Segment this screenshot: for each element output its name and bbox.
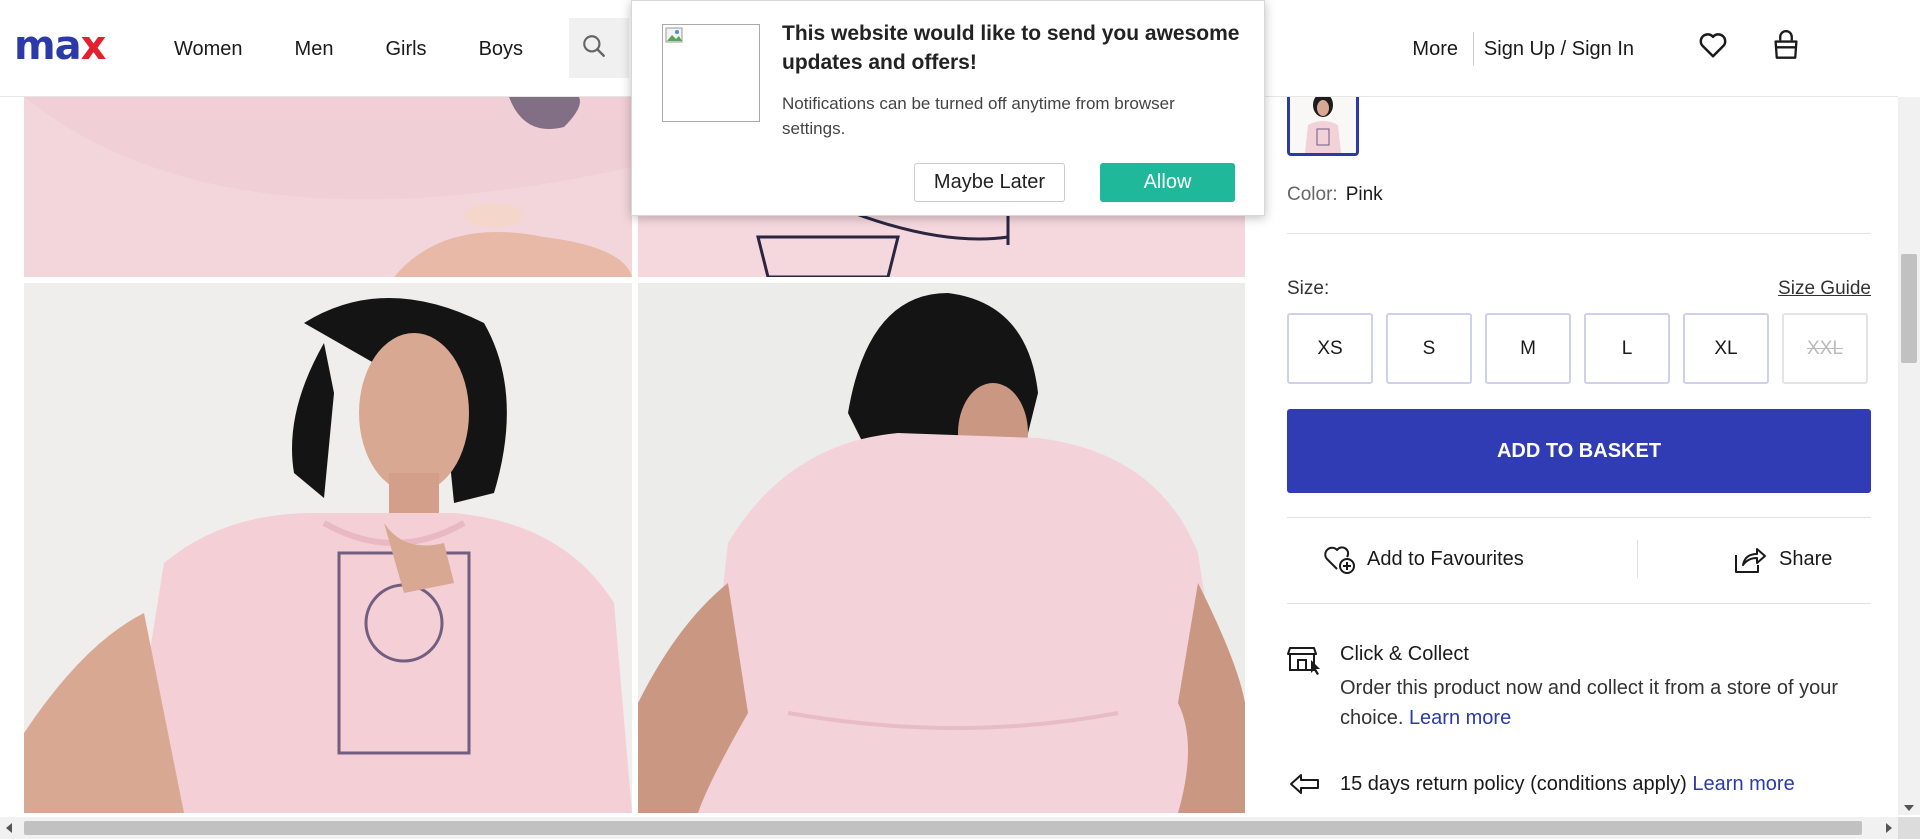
size-option-xxl-unavailable: XXL [1782, 313, 1868, 384]
size-option-xs[interactable]: XS [1287, 313, 1373, 384]
size-guide-link[interactable]: Size Guide [1778, 278, 1871, 300]
vertical-scrollbar[interactable] [1898, 97, 1920, 815]
nav-women[interactable]: Women [174, 38, 243, 61]
click-collect-description: Order this product now and collect it fr… [1340, 673, 1870, 733]
scroll-down-arrow-icon[interactable] [1904, 805, 1914, 811]
divider [1287, 603, 1871, 604]
header-divider [1473, 32, 1474, 66]
product-image-1[interactable] [24, 97, 632, 277]
maybe-later-button[interactable]: Maybe Later [914, 163, 1065, 202]
scroll-right-arrow-icon[interactable] [1886, 823, 1892, 833]
return-policy: 15 days return policy (conditions apply)… [1340, 773, 1795, 796]
share-button[interactable]: Share [1733, 543, 1832, 575]
notification-permission-popup: This website would like to send you awes… [631, 0, 1265, 216]
sign-in-link[interactable]: Sign Up / Sign In [1484, 38, 1634, 61]
allow-button[interactable]: Allow [1100, 163, 1235, 202]
horizontal-scrollbar[interactable] [0, 817, 1898, 839]
color-swatch-thumbnail[interactable] [1287, 88, 1359, 156]
popup-title: This website would like to send you awes… [782, 22, 1240, 74]
store-click-collect-icon [1287, 642, 1323, 681]
return-policy-text: 15 days return policy (conditions apply) [1340, 773, 1687, 795]
heart-plus-icon [1324, 546, 1355, 574]
click-collect-learn-more-link[interactable]: Learn more [1409, 707, 1511, 729]
add-to-favourites-label: Add to Favourites [1367, 547, 1524, 570]
nav-men[interactable]: Men [295, 38, 334, 61]
more-link[interactable]: More [1412, 38, 1458, 61]
share-label: Share [1779, 547, 1833, 570]
logo-text-x: x [80, 23, 107, 69]
color-label: Color: [1287, 184, 1338, 205]
size-option-m[interactable]: M [1485, 313, 1571, 384]
share-icon [1735, 548, 1766, 573]
main-nav: Women Men Girls Boys [174, 38, 575, 61]
logo-text-ma: ma [14, 23, 82, 69]
heart-icon[interactable] [1698, 31, 1728, 64]
divider [1287, 233, 1871, 234]
color-info: Color: Pink [1287, 184, 1383, 206]
horizontal-scroll-thumb[interactable] [24, 821, 1862, 835]
size-option-xl[interactable]: XL [1683, 313, 1769, 384]
return-arrow-icon [1289, 772, 1321, 801]
basket-icon[interactable] [1772, 30, 1800, 65]
click-collect-title: Click & Collect [1340, 643, 1469, 665]
add-to-basket-button[interactable]: ADD TO BASKET [1287, 409, 1871, 493]
broken-image-icon [662, 24, 760, 122]
max-logo[interactable]: max [14, 23, 107, 69]
popup-description: Notifications can be turned off anytime … [782, 94, 1175, 138]
size-label: Size: [1287, 278, 1330, 299]
vertical-scroll-thumb[interactable] [1901, 254, 1917, 363]
search-icon [583, 35, 605, 57]
size-option-l[interactable]: L [1584, 313, 1670, 384]
size-option-s[interactable]: S [1386, 313, 1472, 384]
action-divider [1637, 540, 1638, 578]
scrollbar-corner [1898, 817, 1920, 839]
add-to-favourites-button[interactable]: Add to Favourites [1323, 543, 1524, 575]
nav-girls[interactable]: Girls [385, 38, 426, 61]
nav-boys[interactable]: Boys [479, 38, 523, 61]
divider [1287, 517, 1871, 518]
color-value: Pink [1345, 184, 1383, 205]
product-image-3[interactable] [24, 283, 632, 813]
size-selector: XS S M L XL XXL [1287, 313, 1868, 384]
product-image-4[interactable] [638, 283, 1245, 813]
return-policy-learn-more-link[interactable]: Learn more [1692, 773, 1794, 795]
search-button[interactable] [569, 18, 629, 78]
scroll-left-arrow-icon[interactable] [6, 823, 12, 833]
